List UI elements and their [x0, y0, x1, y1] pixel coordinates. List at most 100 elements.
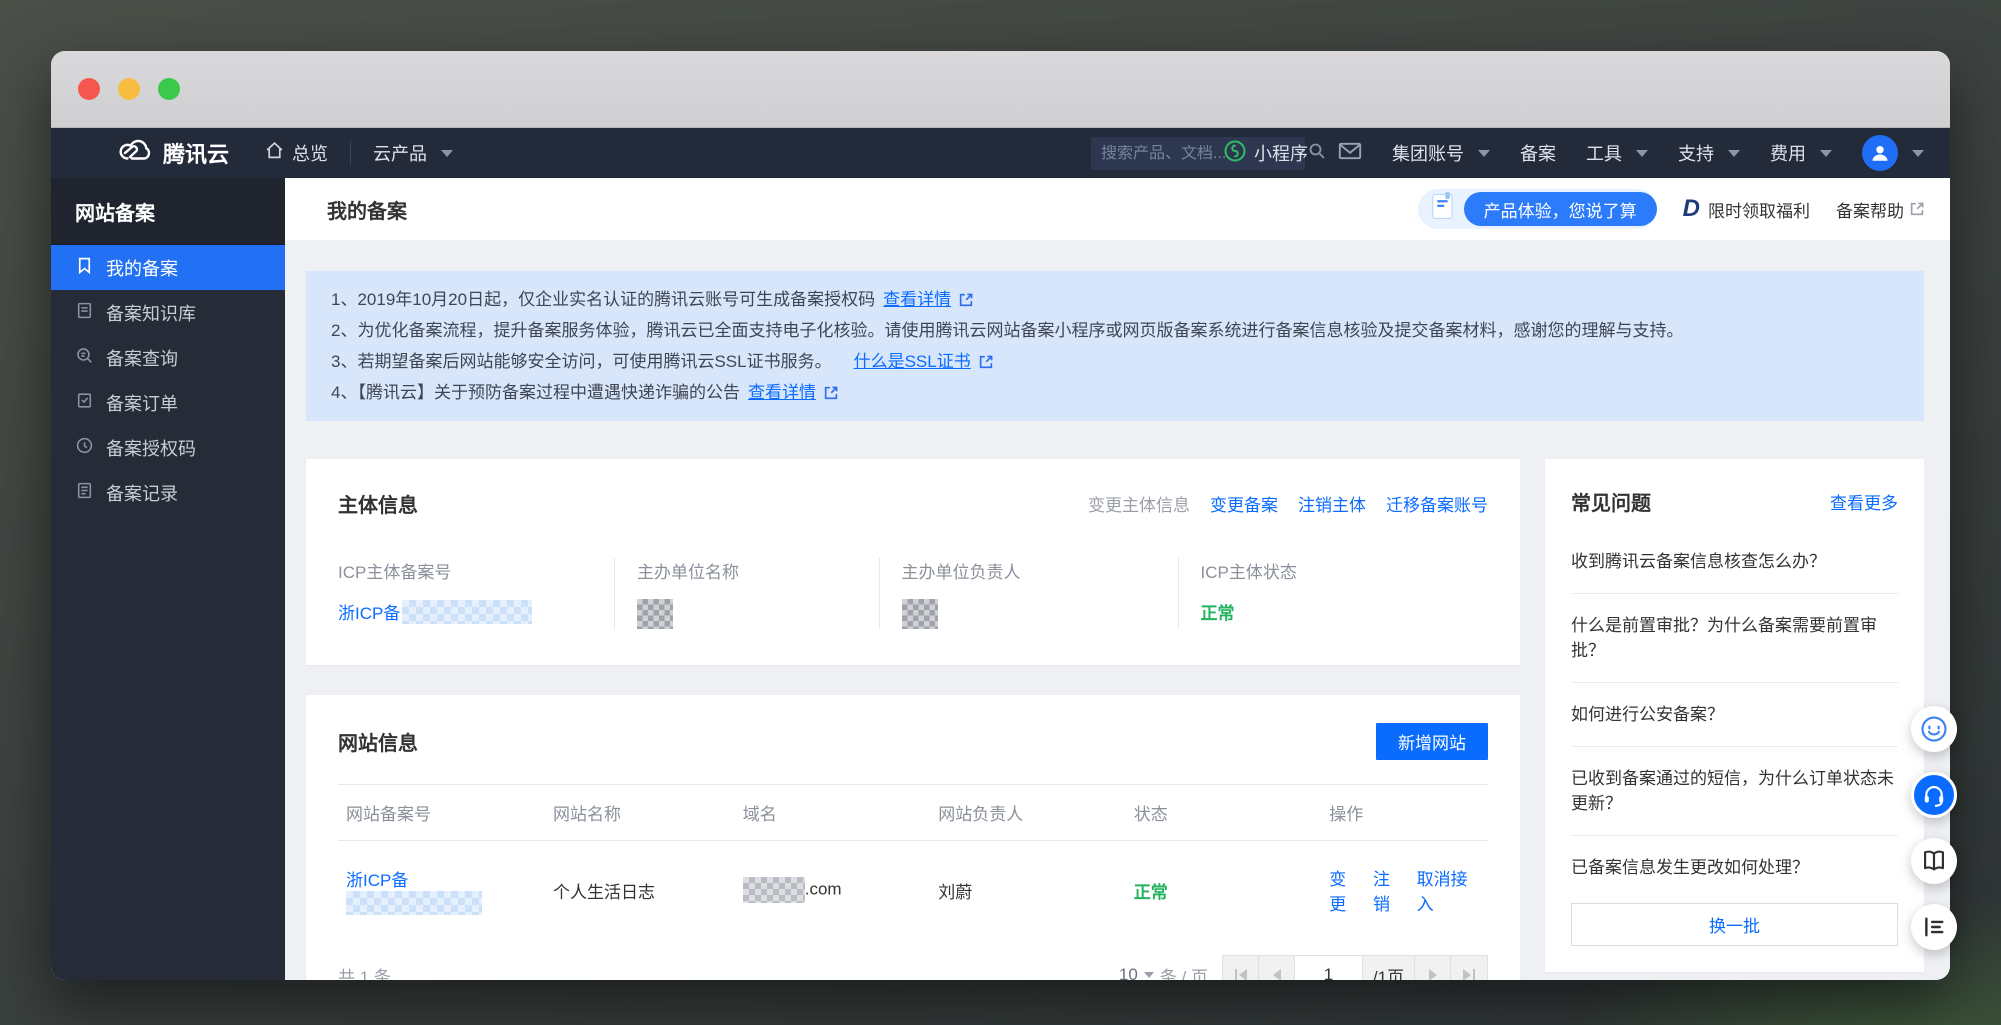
nav-billing-label: 费用: [1770, 144, 1806, 164]
field-label: ICP主体备案号: [338, 563, 452, 582]
faq-item[interactable]: 如何进行公安备案？: [1571, 683, 1898, 747]
external-link-icon: [959, 293, 973, 307]
promo-label: 限时领取福利: [1708, 201, 1810, 221]
search-doc-icon: [75, 346, 94, 370]
nav-mini-program[interactable]: 小程序: [1224, 140, 1308, 167]
nav-support-label: 支持: [1678, 144, 1714, 164]
sidebar-item-label: 备案记录: [106, 483, 178, 504]
view-details-link[interactable]: 查看详情: [883, 284, 951, 315]
faq-item[interactable]: 已备案信息发生更改如何处理？: [1571, 836, 1898, 899]
page-size-unit: 条 / 页: [1159, 967, 1208, 981]
cancel-access-link[interactable]: 取消接入: [1417, 865, 1480, 915]
page-header: 我的备案 产品体验，您说了算 D 限时领取福利 备案帮助: [285, 178, 1950, 240]
nav-support[interactable]: 支持: [1678, 140, 1740, 166]
sidebar-item-beian-orders[interactable]: 备案订单: [51, 380, 285, 425]
table-footer: 共 1 条 10 条 / 页 1 /1页: [338, 947, 1488, 980]
nav-beian[interactable]: 备案: [1520, 140, 1556, 166]
refresh-batch-button[interactable]: 换一批: [1571, 903, 1898, 946]
account-menu[interactable]: [1862, 135, 1924, 171]
site-icp-link[interactable]: 浙ICP备: [346, 871, 408, 890]
record-doc-icon: [75, 481, 94, 505]
faq-card-title: 常见问题: [1571, 493, 1651, 515]
total-pages-label: /1页: [1363, 956, 1415, 980]
field-label: ICP主体状态: [1200, 563, 1297, 582]
pagination: 1 /1页: [1222, 955, 1488, 980]
external-link-icon: [824, 386, 838, 400]
beian-help-link[interactable]: 备案帮助: [1836, 197, 1924, 222]
sidebar-item-my-beian[interactable]: 我的备案: [51, 245, 285, 290]
announcement-text: 3、若期望备案后网站能够安全访问，可使用腾讯云SSL证书服务。: [331, 352, 832, 371]
product-experience-button[interactable]: 产品体验，您说了算: [1463, 192, 1657, 226]
nav-overview[interactable]: 总览: [265, 140, 328, 166]
field-icp-subject-number: ICP主体备案号 浙ICP备: [338, 558, 614, 629]
app-window: 腾讯云 总览 云产品 搜索产品、文档... 小程序 集团账号 备案 工具 支持 …: [51, 51, 1950, 980]
website-table: 网站备案号 网站名称 域名 网站负责人 状态 操作 浙ICP备 个人生活日志 .…: [338, 784, 1488, 941]
migrate-account-link[interactable]: 迁移备案账号: [1386, 491, 1488, 516]
redacted-value: [346, 890, 482, 915]
product-experience-banner[interactable]: 产品体验，您说了算: [1417, 189, 1657, 229]
table-header-row: 网站备案号 网站名称 域名 网站负责人 状态 操作: [338, 784, 1488, 841]
sidebar-item-beian-query[interactable]: 备案查询: [51, 335, 285, 380]
site-owner-cell: 刘蔚: [938, 882, 973, 902]
desktop-background: 腾讯云 总览 云产品 搜索产品、文档... 小程序 集团账号 备案 工具 支持 …: [0, 0, 2001, 1025]
floating-toolbar: [1911, 706, 1957, 950]
nav-group-account-label: 集团账号: [1392, 144, 1464, 164]
customer-service-headset-button[interactable]: [1911, 772, 1957, 818]
cancel-subject-link[interactable]: 注销主体: [1298, 491, 1366, 516]
avatar[interactable]: [1862, 135, 1898, 171]
modify-link[interactable]: 变更: [1329, 865, 1361, 915]
close-window-button[interactable]: [78, 78, 100, 100]
sidebar-item-knowledge-base[interactable]: 备案知识库: [51, 290, 285, 335]
add-website-button[interactable]: 新增网站: [1376, 723, 1488, 760]
page-size-select[interactable]: 10 条 / 页: [1119, 963, 1208, 981]
prev-page-button[interactable]: [1259, 956, 1295, 980]
nav-overview-label: 总览: [292, 144, 329, 164]
brand-text: 腾讯云: [163, 142, 230, 167]
mini-program-icon: [1224, 140, 1246, 167]
document-icon: [75, 301, 94, 325]
nav-billing[interactable]: 费用: [1770, 140, 1832, 166]
sidebar: 网站备案 我的备案 备案知识库 备案查询 备案订单 备案授权码 备案记录: [51, 178, 285, 980]
faq-item[interactable]: 收到腾讯云备案信息核查怎么办？: [1571, 530, 1898, 594]
zoom-window-button[interactable]: [158, 78, 180, 100]
chevron-down-icon: [1820, 149, 1832, 157]
nav-tools[interactable]: 工具: [1586, 140, 1648, 166]
minimize-window-button[interactable]: [118, 78, 140, 100]
nav-cloud-products[interactable]: 云产品: [373, 140, 454, 166]
tencent-cloud-logo[interactable]: 腾讯云: [117, 137, 229, 169]
faq-item[interactable]: 已收到备案通过的短信，为什么订单状态未更新？: [1571, 747, 1898, 836]
subject-info-card: 主体信息 变更主体信息 变更备案 注销主体 迁移备案账号 ICP主体备案号 浙I…: [306, 459, 1520, 665]
faq-item[interactable]: 什么是前置审批？为什么备案需要前置审批？: [1571, 594, 1898, 683]
field-icp-subject-status: ICP主体状态 正常: [1177, 558, 1489, 629]
status-badge: 正常: [1200, 604, 1235, 623]
what-is-ssl-link[interactable]: 什么是SSL证书: [854, 346, 971, 377]
view-more-link[interactable]: 查看更多: [1830, 489, 1898, 514]
traffic-lights: [78, 78, 180, 100]
view-details-link[interactable]: 查看详情: [748, 377, 816, 408]
chevron-down-icon: [1912, 149, 1924, 157]
col-header-site-name: 网站名称: [545, 784, 735, 841]
mail-icon[interactable]: [1338, 141, 1362, 166]
docs-book-button[interactable]: [1911, 838, 1957, 884]
cancel-link[interactable]: 注销: [1373, 865, 1405, 915]
icp-number-link[interactable]: 浙ICP备: [338, 599, 400, 624]
feedback-list-button[interactable]: [1911, 904, 1957, 950]
announcement-line: 4、【腾讯云】关于预防备案过程中遭遇快递诈骗的公告 查看详情: [331, 377, 1899, 408]
first-page-button[interactable]: [1223, 956, 1259, 980]
content-area: 1、2019年10月20日起，仅企业实名认证的腾讯云账号可生成备案授权码 查看详…: [285, 240, 1950, 980]
announcement-text: 1、2019年10月20日起，仅企业实名认证的腾讯云账号可生成备案授权码: [331, 290, 876, 309]
announcement-text: 4、【腾讯云】关于预防备案过程中遭遇快递诈骗的公告: [331, 383, 740, 402]
sidebar-item-beian-records[interactable]: 备案记录: [51, 470, 285, 515]
sidebar-item-authorization-code[interactable]: 备案授权码: [51, 425, 285, 470]
nav-group-account[interactable]: 集团账号: [1392, 140, 1490, 166]
change-beian-link[interactable]: 变更备案: [1210, 491, 1278, 516]
feedback-smiley-button[interactable]: [1911, 706, 1957, 752]
nav-mini-program-label: 小程序: [1254, 144, 1308, 164]
subject-card-title: 主体信息: [338, 495, 418, 517]
last-page-button[interactable]: [1451, 956, 1487, 980]
current-page-input[interactable]: 1: [1295, 956, 1363, 980]
page-title: 我的备案: [327, 200, 407, 223]
next-page-button[interactable]: [1415, 956, 1451, 980]
chevron-down-icon: [441, 149, 454, 157]
promo-link[interactable]: D 限时领取福利: [1683, 195, 1810, 223]
